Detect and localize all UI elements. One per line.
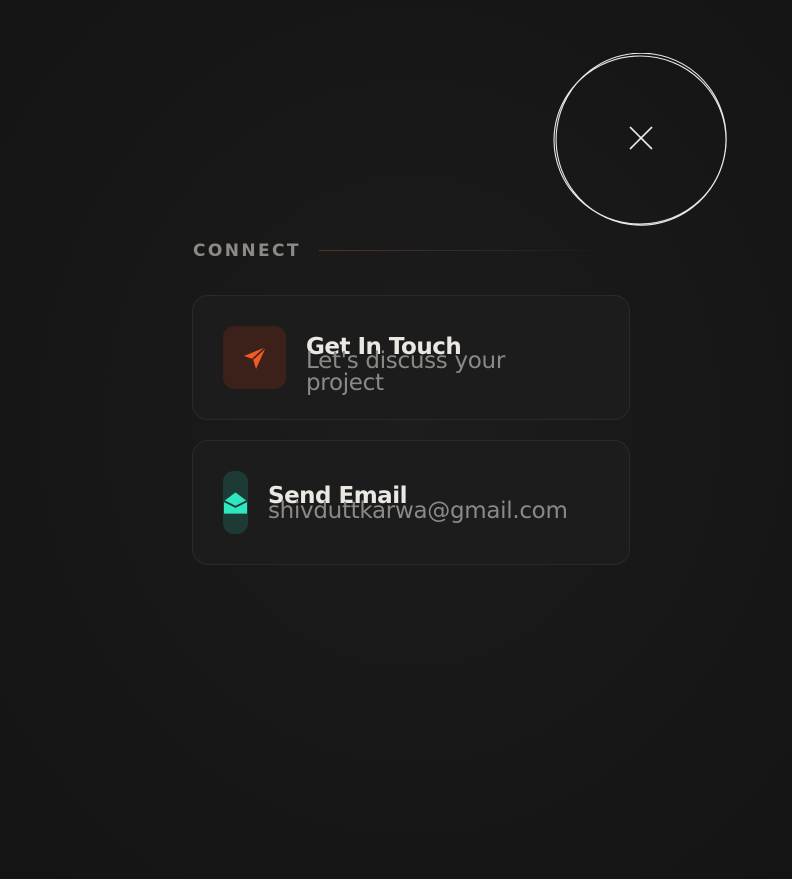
get-in-touch-icon-box (223, 326, 286, 389)
section-title: CONNECT (193, 241, 301, 261)
get-in-touch-card[interactable]: Get In Touch Let's discuss your project (192, 295, 630, 420)
send-email-address: shivduttkarwa@gmail.com (268, 498, 568, 524)
section-divider (319, 250, 619, 251)
close-icon (553, 53, 727, 226)
section-header: CONNECT (193, 240, 629, 262)
paper-plane-icon (243, 345, 267, 369)
envelope-open-icon (223, 491, 248, 514)
get-in-touch-subtitle: Let's discuss your project (306, 348, 505, 396)
send-email-card[interactable]: Send Email shivduttkarwa@gmail.com (192, 440, 630, 565)
send-email-icon-box (223, 471, 248, 534)
close-button[interactable] (553, 53, 727, 227)
